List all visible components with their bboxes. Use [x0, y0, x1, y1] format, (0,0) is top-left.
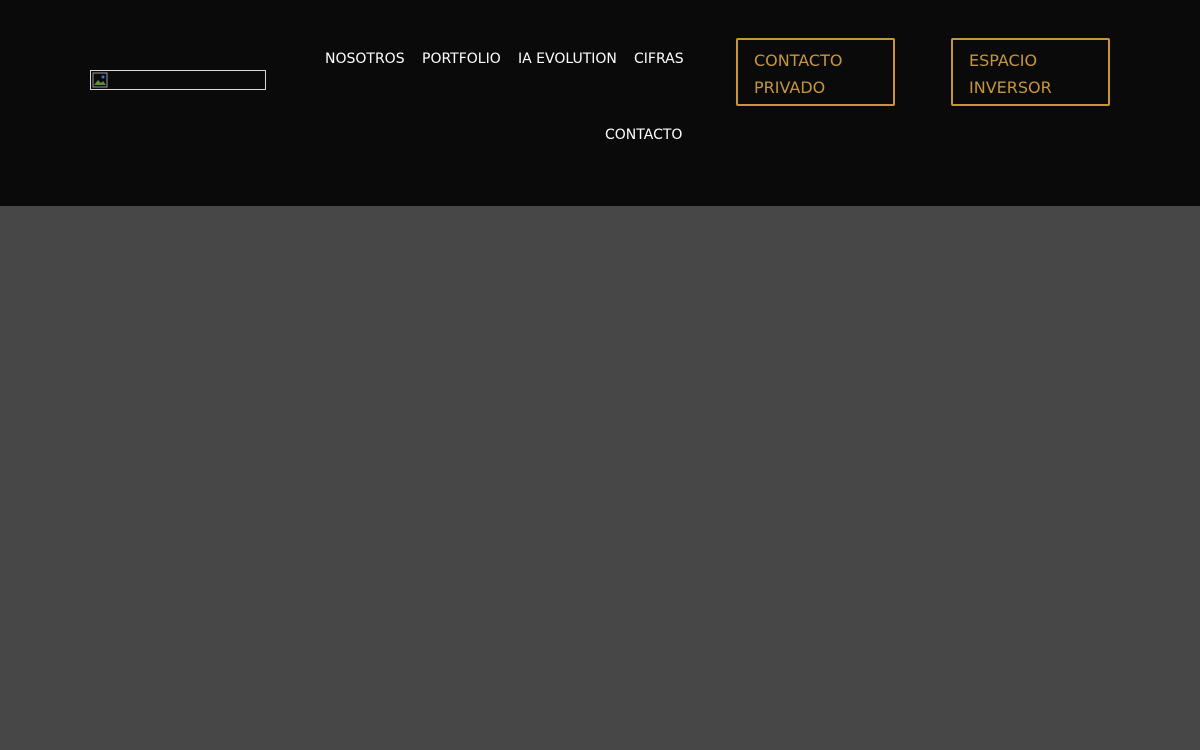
main-content-area [0, 206, 1200, 750]
site-header: NOSOTROS PORTFOLIO IA EVOLUTION CIFRAS C… [0, 0, 1200, 206]
nav-link-contacto[interactable]: CONTACTO [605, 125, 682, 145]
nav-link-cifras[interactable]: CIFRAS [634, 49, 684, 69]
espacio-inversor-label: ESPACIO INVERSOR [969, 51, 1052, 97]
nav-link-portfolio[interactable]: PORTFOLIO [422, 49, 501, 69]
site-logo[interactable] [90, 70, 266, 90]
nav-link-ia-evolution[interactable]: IA EVOLUTION [518, 49, 617, 69]
contacto-privado-button[interactable]: CONTACTO PRIVADO [736, 38, 895, 106]
contacto-privado-label: CONTACTO PRIVADO [754, 51, 843, 97]
espacio-inversor-button[interactable]: ESPACIO INVERSOR [951, 38, 1110, 106]
broken-image-icon [92, 72, 108, 88]
nav-link-nosotros[interactable]: NOSOTROS [325, 49, 405, 69]
